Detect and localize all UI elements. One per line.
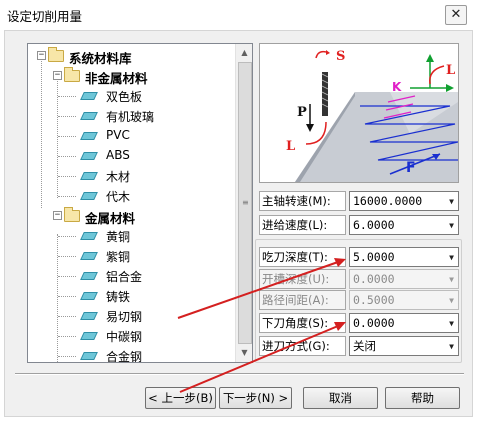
material-icon: [80, 272, 98, 280]
label-f: F: [406, 160, 416, 176]
cancel-button[interactable]: 取消: [303, 387, 378, 409]
tree-item[interactable]: ABS: [28, 146, 233, 166]
tree-node-label: 非金属材料: [85, 71, 148, 86]
next-button[interactable]: 下一步(N) >: [219, 387, 292, 409]
dropdown-arrow-icon: ▼: [449, 275, 454, 284]
spindle-speed-combo[interactable]: 16000.0000 ▼: [349, 191, 459, 211]
label-p: P: [297, 105, 307, 120]
material-icon: [80, 152, 98, 160]
dropdown-arrow-icon[interactable]: ▼: [449, 315, 454, 333]
prev-button[interactable]: < 上一步(B): [145, 387, 216, 409]
tree-item[interactable]: 紫铜: [28, 246, 233, 266]
tree-node-label: 系统材料库: [69, 51, 132, 66]
param-label: 路径间距(A):: [259, 290, 346, 310]
material-icon: [80, 192, 98, 200]
folder-icon: [64, 207, 80, 222]
material-icon: [80, 172, 98, 180]
folder-icon: [64, 67, 80, 82]
dropdown-arrow-icon[interactable]: ▼: [449, 249, 454, 267]
tree-item[interactable]: 木材: [28, 166, 233, 186]
dropdown-arrow-icon[interactable]: ▼: [449, 193, 454, 211]
folder-icon: [48, 47, 64, 62]
lead-in-mode-select[interactable]: 关闭 ▼: [349, 336, 459, 356]
label-k: K: [392, 80, 402, 94]
label-l-left: L: [286, 139, 295, 154]
cutting-diagram: F K L S P L: [286, 49, 458, 182]
separator: [15, 373, 464, 375]
tree-item[interactable]: 代木: [28, 186, 233, 206]
tree-item[interactable]: 铸铁: [28, 286, 233, 306]
feed-rate-combo[interactable]: 6.0000 ▼: [349, 215, 459, 235]
close-icon: ✕: [450, 7, 462, 22]
tree-item[interactable]: PVC: [28, 126, 233, 146]
tree-node-nonmetal[interactable]: − 非金属材料: [28, 66, 233, 86]
param-label: 进刀方式(G):: [259, 336, 346, 356]
label-s: S: [336, 49, 345, 64]
scroll-up-icon[interactable]: ▲: [236, 44, 252, 61]
window-title: 设定切削用量: [7, 9, 83, 24]
dropdown-arrow-icon[interactable]: ▼: [449, 217, 454, 235]
dropdown-arrow-icon: ▼: [449, 296, 454, 305]
cutting-illustration: F K L S P L: [259, 43, 459, 183]
material-icon: [80, 232, 98, 240]
plunge-angle-combo[interactable]: 0.0000 ▼: [349, 313, 459, 333]
material-icon: [80, 252, 98, 260]
collapse-icon[interactable]: −: [53, 71, 62, 80]
tree-item[interactable]: 黄铜: [28, 226, 233, 246]
path-spacing-combo: 0.5000 ▼: [349, 290, 459, 310]
close-button[interactable]: ✕: [445, 5, 467, 25]
material-tree[interactable]: − 系统材料库 − 非金属材料 双色板 有机玻璃 PVC ABS 木材 代木 −…: [27, 43, 253, 363]
material-icon: [80, 352, 98, 360]
param-label: 开槽深度(U):: [259, 269, 346, 289]
material-icon: [80, 112, 98, 120]
tree-node-metal[interactable]: − 金属材料: [28, 206, 233, 226]
slot-depth-combo: 0.0000 ▼: [349, 269, 459, 289]
tree-node-root[interactable]: − 系统材料库: [28, 46, 233, 66]
tree-item[interactable]: 双色板: [28, 86, 233, 106]
dialog-body: − 系统材料库 − 非金属材料 双色板 有机玻璃 PVC ABS 木材 代木 −…: [4, 30, 473, 417]
grip-icon: ≡: [242, 198, 249, 207]
collapse-icon[interactable]: −: [53, 211, 62, 220]
tree-node-label: 金属材料: [85, 211, 136, 226]
material-icon: [80, 332, 98, 340]
tree-item[interactable]: 铝合金: [28, 266, 233, 286]
material-icon: [80, 92, 98, 100]
param-label: 进给速度(L):: [259, 215, 346, 235]
tree-item[interactable]: 易切钢: [28, 306, 233, 326]
tree-item[interactable]: 中碳钢: [28, 326, 233, 346]
scroll-down-icon[interactable]: ▼: [236, 344, 252, 361]
help-button[interactable]: 帮助: [385, 387, 460, 409]
tree-item[interactable]: 合金钢: [28, 346, 233, 362]
material-icon: [80, 292, 98, 300]
material-icon: [80, 132, 98, 140]
material-icon: [80, 312, 98, 320]
param-label: 下刀角度(S):: [259, 313, 346, 333]
param-label: 吃刀深度(T):: [259, 247, 346, 267]
cut-depth-combo[interactable]: 5.0000 ▼: [349, 247, 459, 267]
dropdown-arrow-icon[interactable]: ▼: [449, 338, 454, 356]
label-l-right: L: [446, 63, 455, 78]
tree-scrollbar[interactable]: ▲ ≡ ▼: [235, 44, 252, 362]
tree-item[interactable]: 有机玻璃: [28, 106, 233, 126]
title-bar: 设定切削用量 ✕: [0, 0, 477, 30]
scroll-thumb[interactable]: ≡: [238, 62, 252, 344]
collapse-icon[interactable]: −: [37, 51, 46, 60]
param-label: 主轴转速(M):: [259, 191, 346, 211]
